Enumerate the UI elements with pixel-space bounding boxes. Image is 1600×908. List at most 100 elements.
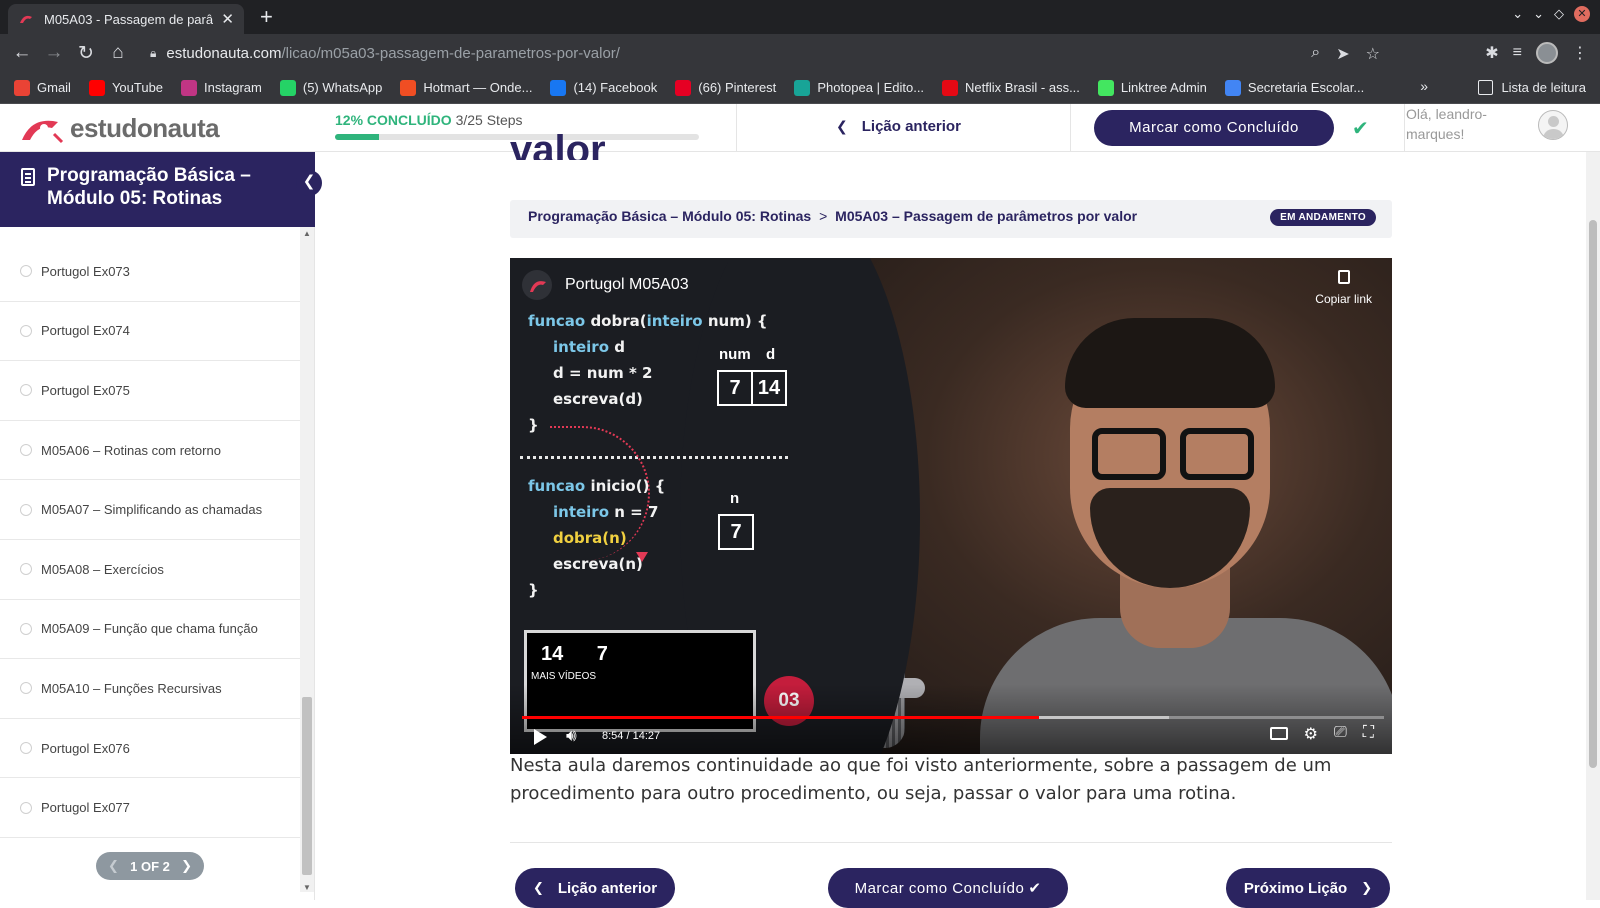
lesson-item[interactable]: M05A10 – Funções Recursivas xyxy=(0,659,300,719)
lesson-item[interactable]: Portugol Ex077 xyxy=(0,778,300,838)
lesson-heading: valor xyxy=(510,128,606,160)
window-close-icon[interactable]: ✕ xyxy=(1574,6,1590,22)
minimize-icon[interactable]: ⌄ xyxy=(1533,6,1544,22)
lesson-status-circle-icon xyxy=(20,265,32,278)
bookmark-item[interactable]: Gmail xyxy=(14,79,71,96)
bookmark-item[interactable]: Netflix Brasil - ass... xyxy=(942,79,1080,96)
profile-avatar[interactable] xyxy=(1536,42,1558,64)
breadcrumb-course-link[interactable]: Programação Básica – Módulo 05: Rotinas xyxy=(528,208,811,224)
forward-icon[interactable]: → xyxy=(38,42,70,64)
lesson-item[interactable]: Portugol Ex075 xyxy=(0,361,300,421)
bookmark-item[interactable]: (66) Pinterest xyxy=(675,79,776,96)
address-bar[interactable]: 🔒︎ estudonauta.com/licao/m05a03-passagem… xyxy=(140,38,1380,68)
var-label-d: d xyxy=(766,346,776,363)
lock-icon[interactable]: 🔒︎ xyxy=(150,46,156,61)
zoom-icon[interactable]: ⌕ xyxy=(1311,44,1320,64)
prev-lesson-button[interactable]: ❮ Lição anterior xyxy=(515,868,675,908)
mark-complete-button[interactable]: Marcar como Concluído ✔ xyxy=(828,868,1068,908)
subtitles-icon[interactable] xyxy=(1269,727,1288,740)
copy-link-label: Copiar link xyxy=(1315,292,1372,306)
settings-gear-icon[interactable]: ⚙ xyxy=(1304,724,1318,744)
scroll-down-icon[interactable]: ▼ xyxy=(303,883,311,892)
media-icon[interactable]: ≡ xyxy=(1513,44,1522,62)
page-scrollbar[interactable] xyxy=(1586,152,1600,900)
window-controls: ⌄ ⌄ ◇ ✕ xyxy=(1512,6,1590,22)
bookmark-item[interactable]: Hotmart — Onde... xyxy=(400,79,532,96)
reload-icon[interactable]: ↻ xyxy=(70,42,102,65)
cast-icon[interactable]: ⎚ xyxy=(1334,724,1347,744)
copy-icon xyxy=(1337,270,1350,284)
lesson-item[interactable]: M05A09 – Função que chama função xyxy=(0,600,300,660)
maximize-icon[interactable]: ◇ xyxy=(1554,6,1564,22)
sidebar-scrollbar[interactable]: ▲ ▼ xyxy=(300,227,314,892)
new-tab-button[interactable]: + xyxy=(260,4,273,30)
course-title[interactable]: Programação Básica – Módulo 05: Rotinas xyxy=(0,152,315,227)
menu-icon[interactable]: ⋮ xyxy=(1572,43,1588,63)
bookmark-favicon-icon xyxy=(279,79,296,96)
lesson-list: Portugol Ex073 Portugol Ex074 Portugol Ex0… xyxy=(0,242,300,838)
lesson-status-circle-icon xyxy=(20,384,32,397)
video-progress-bar[interactable] xyxy=(522,716,1384,719)
back-icon[interactable]: ← xyxy=(6,42,38,64)
estudonauta-favicon-icon xyxy=(20,15,32,23)
lesson-item-label: Portugol Ex075 xyxy=(41,382,130,398)
home-icon[interactable]: ⌂ xyxy=(102,42,134,64)
course-title-text: Programação Básica – Módulo 05: Rotinas xyxy=(47,165,251,209)
bookmark-item[interactable]: YouTube xyxy=(88,79,163,96)
user-avatar[interactable] xyxy=(1538,110,1568,140)
video-title[interactable]: Portugol M05A03 xyxy=(565,276,689,294)
lesson-item[interactable]: M05A07 – Simplificando as chamadas xyxy=(0,480,300,540)
site-logo[interactable]: estudonauta xyxy=(18,112,220,144)
more-bookmarks-icon[interactable]: » xyxy=(1420,78,1428,94)
send-icon[interactable]: ➤ xyxy=(1336,44,1349,64)
video-presenter-hair xyxy=(1065,318,1275,408)
next-lesson-button[interactable]: Próximo Lição ❯ xyxy=(1226,868,1390,908)
pager-prev-icon[interactable]: ❮ xyxy=(108,858,119,874)
document-icon xyxy=(21,168,35,186)
fullscreen-icon[interactable]: ⛶ xyxy=(1363,724,1374,744)
pager-next-icon[interactable]: ❯ xyxy=(181,858,192,874)
bookmark-item[interactable]: Linktree Admin xyxy=(1097,79,1207,96)
user-greeting[interactable]: Olá, leandro-marques! xyxy=(1406,104,1516,144)
play-icon[interactable] xyxy=(534,729,547,745)
extensions-icon[interactable]: ✱ xyxy=(1485,43,1498,63)
header-mark-complete-button[interactable]: Marcar como Concluído xyxy=(1094,110,1334,146)
chevron-left-icon: ❮ xyxy=(836,118,848,134)
lesson-item[interactable]: Portugol Ex073 xyxy=(0,242,300,302)
site-header: estudonauta 12% CONCLUÍDO 3/25 Steps ❮ L… xyxy=(0,104,1600,152)
lesson-item-label: M05A09 – Função que chama função xyxy=(41,621,258,637)
reading-list-button[interactable]: Lista de leitura xyxy=(1478,80,1586,95)
lesson-status-circle-icon xyxy=(20,622,32,635)
bookmark-item[interactable]: (14) Facebook xyxy=(550,79,658,96)
page-scroll-thumb[interactable] xyxy=(1589,220,1597,768)
tab-search-icon[interactable]: ⌄ xyxy=(1512,6,1523,22)
bookmark-label: Netflix Brasil - ass... xyxy=(965,80,1080,95)
lesson-item[interactable]: Portugol Ex076 xyxy=(0,719,300,779)
url-host: estudonauta.com xyxy=(166,44,282,62)
tab-close-icon[interactable]: ✕ xyxy=(221,10,234,28)
bookmark-label: (14) Facebook xyxy=(573,80,658,95)
sidebar-collapse-button[interactable]: ❮ xyxy=(296,170,322,196)
breadcrumb-lesson-link[interactable]: M05A03 – Passagem de parâmetros por valo… xyxy=(835,208,1137,224)
video-player[interactable]: Portugol M05A03 Copiar link funcao dobra… xyxy=(510,258,1392,754)
bookmark-item[interactable]: Secretaria Escolar... xyxy=(1224,79,1364,96)
lesson-item[interactable]: Portugol Ex074 xyxy=(0,302,300,362)
sidebar-scroll-thumb[interactable] xyxy=(302,697,312,875)
mark-complete-label: Marcar como Concluído xyxy=(854,879,1025,897)
bookmark-item[interactable]: Photopea | Edito... xyxy=(794,79,924,96)
copy-link-button[interactable]: Copiar link xyxy=(1315,270,1372,306)
header-prev-lesson-link[interactable]: ❮ Lição anterior xyxy=(836,118,961,135)
browser-tab[interactable]: M05A03 - Passagem de parâm ✕ xyxy=(8,4,244,34)
lesson-item[interactable]: M05A08 – Exercícios xyxy=(0,540,300,600)
lesson-item-label: M05A07 – Simplificando as chamadas xyxy=(41,502,263,518)
scroll-up-icon[interactable]: ▲ xyxy=(303,229,311,238)
lesson-item[interactable]: M05A06 – Rotinas com retorno xyxy=(0,421,300,481)
controls-gradient xyxy=(510,684,1392,754)
channel-avatar[interactable] xyxy=(522,270,552,300)
bookmark-label: Gmail xyxy=(37,80,71,95)
bookmark-item[interactable]: (5) WhatsApp xyxy=(279,79,382,96)
bookmark-star-icon[interactable]: ☆ xyxy=(1366,44,1380,64)
bookmark-label: Linktree Admin xyxy=(1120,80,1207,95)
volume-icon[interactable]: 🔊︎ xyxy=(566,726,577,746)
bookmark-item[interactable]: Instagram xyxy=(181,79,262,96)
